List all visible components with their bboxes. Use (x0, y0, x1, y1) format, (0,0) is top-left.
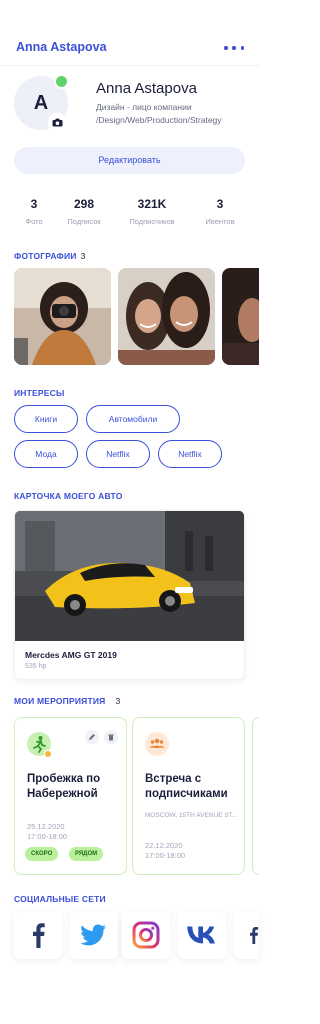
car-card[interactable]: Mercdes AMG GT 2019 535 hp (14, 510, 245, 680)
events-title: МОИ МЕРОПРИЯТИЯ (14, 696, 106, 706)
stat-value: 3 (30, 197, 38, 211)
event-date: 22.12.2020 (145, 841, 183, 850)
event-date: 25.12.2020 (27, 822, 65, 831)
profile-bio: Дизайн - лицо компании /Design/Web/Produ… (96, 102, 222, 125)
star-badge-icon (44, 750, 52, 758)
photos-title: ФОТОГРАФИИ (14, 251, 77, 261)
twitter-icon[interactable] (70, 911, 118, 959)
interest-chip[interactable]: Мода (14, 440, 78, 468)
stat-label: Фото (25, 217, 43, 226)
photo-thumbnail[interactable] (14, 268, 111, 365)
facebook-icon[interactable] (234, 911, 259, 959)
car-power: 535 hp (25, 663, 47, 670)
event-time: 17:00-18:00 (27, 832, 68, 841)
photo-thumbnail[interactable] (222, 268, 259, 365)
car-name: Mercdes AMG GT 2019 (25, 650, 117, 660)
facebook-icon[interactable] (14, 911, 62, 959)
camera-icon[interactable] (48, 113, 66, 131)
interest-chip[interactable]: Netflix (86, 440, 150, 468)
top-bar: Anna Astapova (0, 0, 259, 66)
stat-events[interactable]: 3 Ивентов (195, 197, 245, 226)
stat-value: 3 (216, 197, 224, 211)
events-count: 3 (115, 696, 121, 706)
avatar[interactable]: A (14, 74, 69, 131)
trash-icon[interactable] (104, 730, 118, 744)
event-card[interactable]: Встреча с подписчиками MOSCOW, 15TH AVEN… (132, 717, 245, 875)
header-title: Anna Astapova (16, 40, 107, 54)
stat-value: 321K (137, 197, 167, 211)
vk-icon[interactable] (178, 911, 226, 959)
car-section-title: КАРТОЧКА МОЕГО АВТО (14, 491, 123, 501)
stat-followers[interactable]: 321K Подписчиков (120, 197, 184, 226)
instagram-icon[interactable] (122, 911, 170, 959)
event-card-peek[interactable] (252, 717, 259, 875)
stat-photos[interactable]: 3 Фото (14, 197, 54, 226)
social-section-title: СОЦИАЛЬНЫЕ СЕТИ (14, 894, 106, 904)
events-section-title: МОИ МЕРОПРИЯТИЯ 3 (14, 696, 120, 706)
profile-name: Anna Astapova (96, 80, 197, 97)
event-title: Пробежка по Набережной (27, 773, 101, 800)
photo-thumbnail[interactable] (118, 268, 215, 365)
photos-count: 3 (80, 251, 86, 261)
stat-label: Ивентов (205, 217, 235, 226)
event-title: Встреча с подписчиками (145, 773, 228, 800)
event-time: 17:00-18:00 (145, 851, 186, 860)
interests-section-title: ИНТЕРЕСЫ (14, 388, 65, 398)
more-dots-icon[interactable] (224, 46, 244, 50)
event-card[interactable]: Пробежка по Набережной 25.12.2020 17:00-… (14, 717, 127, 875)
stat-value: 298 (73, 197, 95, 211)
event-tag: СКОРО (25, 847, 59, 861)
people-icon (145, 732, 169, 756)
stat-label: Подписок (67, 217, 101, 226)
photos-section-title: ФОТОГРАФИИ 3 (14, 251, 86, 261)
event-tag: РЯДОМ (69, 847, 104, 861)
online-status-icon (54, 74, 69, 89)
interest-chip[interactable]: Книги (14, 405, 78, 433)
interest-chip[interactable]: Netflix (158, 440, 222, 468)
edit-profile-button[interactable]: Редактировать (14, 147, 245, 174)
stat-label: Подписчиков (129, 217, 175, 226)
stat-subscriptions[interactable]: 298 Подписок (60, 197, 108, 226)
interest-chip[interactable]: Автомобили (86, 405, 180, 433)
car-image (15, 511, 244, 641)
edit-pencil-icon[interactable] (85, 730, 99, 744)
event-location: MOSCOW, 15TH AVENUE ST... (145, 812, 238, 819)
